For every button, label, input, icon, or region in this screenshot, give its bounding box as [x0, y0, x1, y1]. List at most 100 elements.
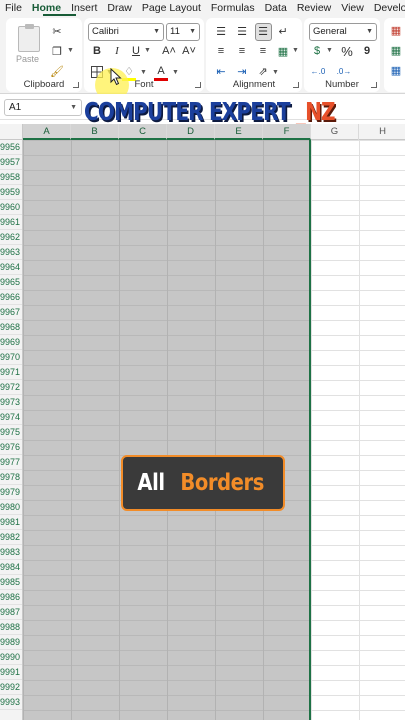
row-header[interactable]: 9991 [0, 665, 22, 680]
format-as-table-icon[interactable]: ▦ [390, 44, 402, 57]
accounting-dropdown-icon[interactable]: ▼ [326, 47, 333, 54]
row-header[interactable]: 9969 [0, 335, 22, 350]
selected-range[interactable] [23, 140, 311, 720]
align-left-icon[interactable]: ≡ [214, 44, 228, 58]
copy-icon[interactable]: ❐ [50, 44, 64, 58]
conditional-formatting-icon[interactable]: ▦ [390, 24, 402, 37]
orientation-dropdown-icon[interactable]: ▼ [272, 69, 279, 76]
row-header[interactable]: 9968 [0, 320, 22, 335]
underline-button[interactable]: U [129, 44, 143, 58]
column-header-e[interactable]: E [215, 124, 263, 140]
column-header-a[interactable]: A [23, 124, 71, 140]
row-header[interactable]: 9967 [0, 305, 22, 320]
row-header[interactable]: 9970 [0, 350, 22, 365]
row-header[interactable]: 9972 [0, 380, 22, 395]
row-header[interactable]: 9992 [0, 680, 22, 695]
row-header[interactable]: 9988 [0, 620, 22, 635]
column-header-c[interactable]: C [119, 124, 167, 140]
row-header[interactable]: 9986 [0, 590, 22, 605]
column-header-f[interactable]: F [263, 124, 311, 140]
row-header[interactable]: 9956 [0, 140, 22, 155]
row-header[interactable]: 9965 [0, 275, 22, 290]
increase-font-size-button[interactable]: A˄ [162, 44, 176, 58]
fill-color-dropdown-icon[interactable]: ▼ [140, 69, 147, 76]
number-format-select[interactable]: General ▼ [309, 23, 377, 41]
row-header[interactable]: 9957 [0, 155, 22, 170]
row-header[interactable]: 9979 [0, 485, 22, 500]
increase-decimal-icon[interactable]: ←.0 [310, 64, 326, 78]
paste-icon[interactable] [18, 24, 40, 52]
font-launcher-icon[interactable] [195, 82, 201, 88]
row-header[interactable]: 9993 [0, 695, 22, 710]
tab-page-layout[interactable]: Page Layout [137, 0, 206, 16]
row-header[interactable]: 9981 [0, 515, 22, 530]
font-size-select[interactable]: 11 ▼ [166, 23, 200, 41]
italic-button[interactable]: I [110, 44, 124, 58]
font-name-select[interactable]: Calibri ▼ [88, 23, 164, 41]
bold-button[interactable]: B [90, 44, 104, 58]
font-color-dropdown-icon[interactable]: ▼ [172, 69, 179, 76]
clipboard-launcher-icon[interactable] [73, 82, 79, 88]
row-header[interactable]: 9983 [0, 545, 22, 560]
tab-file[interactable]: File [0, 0, 27, 16]
column-header-d[interactable]: D [167, 124, 215, 140]
cell-styles-icon[interactable]: ▦ [390, 64, 402, 77]
row-header[interactable]: 9961 [0, 215, 22, 230]
font-color-button[interactable]: A [154, 64, 168, 78]
decrease-decimal-icon[interactable]: .0→ [336, 64, 352, 78]
alignment-launcher-icon[interactable] [293, 82, 299, 88]
merge-dropdown-icon[interactable]: ▼ [292, 47, 299, 54]
row-header[interactable]: 9984 [0, 560, 22, 575]
increase-indent-icon[interactable]: ⇥ [235, 64, 249, 78]
row-header[interactable]: 9960 [0, 200, 22, 215]
wrap-text-icon[interactable]: ↵ [276, 24, 290, 38]
format-painter-icon[interactable]: 🖌 [50, 64, 64, 78]
name-box[interactable]: A1 ▼ [4, 99, 82, 116]
tab-data[interactable]: Data [260, 0, 292, 16]
row-header[interactable]: 9964 [0, 260, 22, 275]
row-header[interactable]: 9958 [0, 170, 22, 185]
number-launcher-icon[interactable] [371, 82, 377, 88]
row-header[interactable]: 9987 [0, 605, 22, 620]
tab-developer[interactable]: Developer [369, 0, 405, 16]
row-header[interactable]: 9973 [0, 395, 22, 410]
row-header[interactable]: 9982 [0, 530, 22, 545]
worksheet-grid[interactable]: ABCDEFGH 9956 9957 9958 9959 9960 9961 9962 996… [0, 124, 405, 720]
row-header[interactable]: 9975 [0, 425, 22, 440]
tab-draw[interactable]: Draw [102, 0, 137, 16]
tab-formulas[interactable]: Formulas [206, 0, 260, 16]
row-header[interactable]: 9963 [0, 245, 22, 260]
align-center-icon[interactable]: ≡ [235, 44, 249, 58]
decrease-font-size-button[interactable]: A˅ [182, 44, 196, 58]
row-header[interactable]: 9989 [0, 635, 22, 650]
row-header[interactable]: 9980 [0, 500, 22, 515]
align-right-icon[interactable]: ≡ [256, 44, 270, 58]
row-header[interactable]: 9985 [0, 575, 22, 590]
accounting-format-button[interactable]: $ [310, 44, 324, 58]
underline-dropdown-icon[interactable]: ▼ [144, 47, 151, 54]
merge-center-icon[interactable]: ▦ [276, 44, 290, 58]
cut-icon[interactable]: ✂ [50, 24, 64, 38]
row-header[interactable]: 9974 [0, 410, 22, 425]
align-top-icon[interactable]: ☰ [214, 24, 228, 38]
orientation-icon[interactable]: ⇗ [256, 64, 270, 78]
decrease-indent-icon[interactable]: ⇤ [214, 64, 228, 78]
select-all-corner[interactable] [0, 124, 23, 140]
percent-style-button[interactable]: % [340, 44, 354, 59]
copy-dropdown-icon[interactable]: ▼ [67, 47, 74, 54]
column-header-g[interactable]: G [311, 124, 359, 140]
tab-review[interactable]: Review [292, 0, 336, 16]
comma-style-button[interactable]: 9 [360, 44, 374, 58]
row-header[interactable]: 9990 [0, 650, 22, 665]
align-bottom-icon[interactable]: ☰ [256, 24, 270, 38]
tab-view[interactable]: View [336, 0, 369, 16]
align-middle-icon[interactable]: ☰ [235, 24, 249, 38]
row-header[interactable]: 9978 [0, 470, 22, 485]
column-header-h[interactable]: H [359, 124, 405, 140]
paste-button-label[interactable]: Paste [16, 54, 39, 64]
row-header[interactable]: 9962 [0, 230, 22, 245]
row-header[interactable]: 9971 [0, 365, 22, 380]
row-header[interactable]: 9976 [0, 440, 22, 455]
row-header[interactable]: 9959 [0, 185, 22, 200]
row-header[interactable]: 9977 [0, 455, 22, 470]
